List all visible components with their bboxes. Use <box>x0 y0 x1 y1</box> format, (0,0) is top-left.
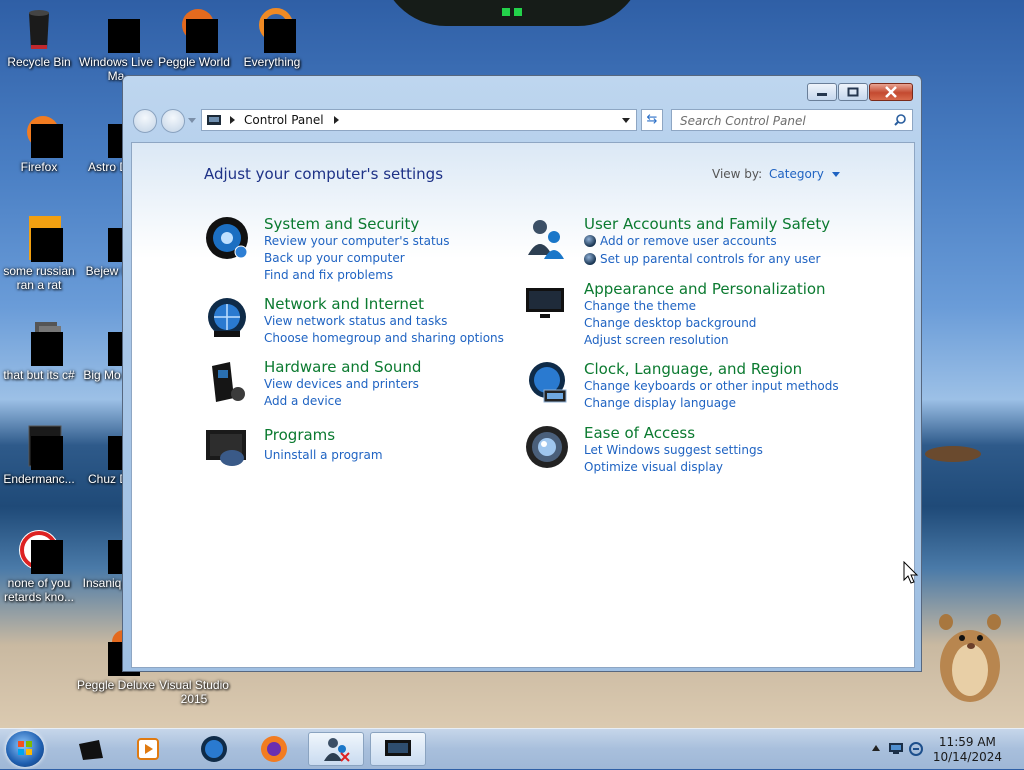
maximize-button[interactable] <box>838 83 868 101</box>
clock-date: 10/14/2024 <box>932 750 1002 764</box>
volume-tray-icon[interactable] <box>908 741 924 757</box>
desktop-icon-recycle-bin[interactable]: Recycle Bin <box>0 5 79 69</box>
desktop-icon-everything[interactable]: Everything <box>232 5 312 69</box>
taskbar-media-player[interactable] <box>120 732 176 766</box>
chevron-down-icon <box>831 171 840 177</box>
caption-buttons <box>807 83 913 101</box>
control-panel-window: Control Panel ⇆ Adjust your computer's s… <box>122 75 922 672</box>
content-pane: Adjust your computer's settings View by:… <box>131 142 915 668</box>
page-title: Adjust your computer's settings <box>204 165 444 183</box>
category-title[interactable]: Clock, Language, and Region <box>584 360 802 378</box>
category-title[interactable]: System and Security <box>264 215 419 233</box>
view-by-dropdown[interactable]: Category <box>769 167 840 181</box>
taskbar-firefox[interactable] <box>246 732 302 766</box>
link-change-theme[interactable]: Change the theme <box>584 299 696 313</box>
category-title[interactable]: Appearance and Personalization <box>584 280 826 298</box>
taskbar: 11:59 AM 10/14/2024 <box>0 728 1024 769</box>
desktop-icon-that-but-csharp[interactable]: that but its c# <box>0 318 79 382</box>
link-network-status[interactable]: View network status and tasks <box>264 314 447 328</box>
desktop-icon-some-russian[interactable]: some russian ran a rat <box>0 214 79 292</box>
link-review-status[interactable]: Review your computer's status <box>264 234 450 248</box>
globe-icon <box>201 736 227 762</box>
system-tray: 11:59 AM 10/14/2024 <box>864 729 1024 769</box>
network-internet-icon <box>208 298 246 337</box>
link-keyboards[interactable]: Change keyboards or other input methods <box>584 379 839 393</box>
close-icon <box>885 86 897 98</box>
link-screen-resolution[interactable]: Adjust screen resolution <box>584 333 729 347</box>
shield-icon <box>584 253 596 265</box>
link-uninstall[interactable]: Uninstall a program <box>264 448 383 462</box>
network-tray-icon[interactable] <box>888 742 904 755</box>
user-accounts-icon <box>528 220 564 259</box>
link-optimize-display[interactable]: Optimize visual display <box>584 460 723 474</box>
recent-pages-chevron-icon[interactable] <box>188 118 196 124</box>
category-title[interactable]: Hardware and Sound <box>264 358 421 376</box>
link-add-remove-accounts[interactable]: Add or remove user accounts <box>600 234 777 248</box>
minimize-button[interactable] <box>807 83 837 101</box>
link-desktop-background[interactable]: Change desktop background <box>584 316 756 330</box>
refresh-icon: ⇆ <box>646 112 658 127</box>
taskbar-user-accounts[interactable] <box>308 732 364 766</box>
breadcrumb-arrow-icon[interactable] <box>230 116 236 124</box>
clock-time: 11:59 AM <box>938 735 996 749</box>
link-add-device[interactable]: Add a device <box>264 394 342 408</box>
firefox-icon <box>261 736 287 762</box>
appearance-icon <box>526 288 564 318</box>
mouse-cursor-icon <box>903 561 919 584</box>
breadcrumb-control-panel[interactable]: Control Panel <box>244 113 324 127</box>
link-find-fix[interactable]: Find and fix problems <box>264 268 393 282</box>
view-by-value: Category <box>769 167 824 181</box>
user-accounts-icon <box>324 738 350 762</box>
taskbar-globe[interactable] <box>186 732 242 766</box>
windows-logo-icon <box>18 741 32 755</box>
navigation-bar: Control Panel ⇆ <box>131 106 913 134</box>
search-box <box>671 109 913 131</box>
link-homegroup[interactable]: Choose homegroup and sharing options <box>264 331 504 345</box>
hardware-sound-icon <box>212 362 245 402</box>
link-devices-printers[interactable]: View devices and printers <box>264 377 419 391</box>
system-security-icon <box>206 217 248 259</box>
link-parental-controls[interactable]: Set up parental controls for any user <box>600 252 820 266</box>
view-by-label: View by: <box>712 167 763 181</box>
control-panel-small-icon <box>207 115 221 125</box>
category-title[interactable]: Network and Internet <box>264 295 424 313</box>
programs-icon <box>206 430 246 466</box>
search-input[interactable] <box>678 111 892 131</box>
link-back-up[interactable]: Back up your computer <box>264 251 405 265</box>
link-display-language[interactable]: Change display language <box>584 396 736 410</box>
desktop-icon-peggle-world[interactable]: Peggle World <box>154 5 234 69</box>
taskbar-control-panel[interactable] <box>370 732 426 766</box>
show-hidden-icons-icon[interactable] <box>872 745 880 751</box>
category-title[interactable]: Programs <box>264 426 335 444</box>
link-suggest-settings[interactable]: Let Windows suggest settings <box>584 443 763 457</box>
back-button[interactable] <box>133 109 157 133</box>
forward-button[interactable] <box>161 109 185 133</box>
clock[interactable]: 11:59 AM 10/14/2024 <box>933 735 1002 765</box>
desktop-icon-endermanch[interactable]: Endermanc... <box>0 422 79 486</box>
close-button[interactable] <box>869 83 913 101</box>
control-panel-icon <box>385 740 411 756</box>
maximize-icon <box>847 87 859 97</box>
desktop-icon-firefox[interactable]: Firefox <box>0 110 79 174</box>
desktop-icon-none-of-you[interactable]: none of you retards kno... <box>0 526 79 604</box>
breadcrumb-arrow-icon[interactable] <box>333 116 340 124</box>
shield-icon <box>584 235 596 247</box>
address-dropdown-icon[interactable] <box>622 118 630 124</box>
minimize-icon <box>817 93 827 96</box>
ease-of-access-icon <box>526 426 568 468</box>
clock-language-icon <box>529 362 567 403</box>
start-button[interactable] <box>6 731 44 767</box>
media-player-icon <box>137 738 159 760</box>
address-bar[interactable]: Control Panel <box>201 109 637 131</box>
top-gadget <box>380 0 644 26</box>
search-icon[interactable] <box>894 114 906 126</box>
wallpaper-rocks <box>925 446 981 462</box>
desktop-icon-windows-live[interactable]: Windows Live Ma <box>76 5 156 83</box>
refresh-button[interactable]: ⇆ <box>641 109 663 131</box>
taskbar-black-cube[interactable] <box>62 732 118 766</box>
category-title[interactable]: Ease of Access <box>584 424 695 442</box>
category-title[interactable]: User Accounts and Family Safety <box>584 215 830 233</box>
hamster-sticker <box>939 614 1001 702</box>
cube-icon <box>79 740 103 760</box>
